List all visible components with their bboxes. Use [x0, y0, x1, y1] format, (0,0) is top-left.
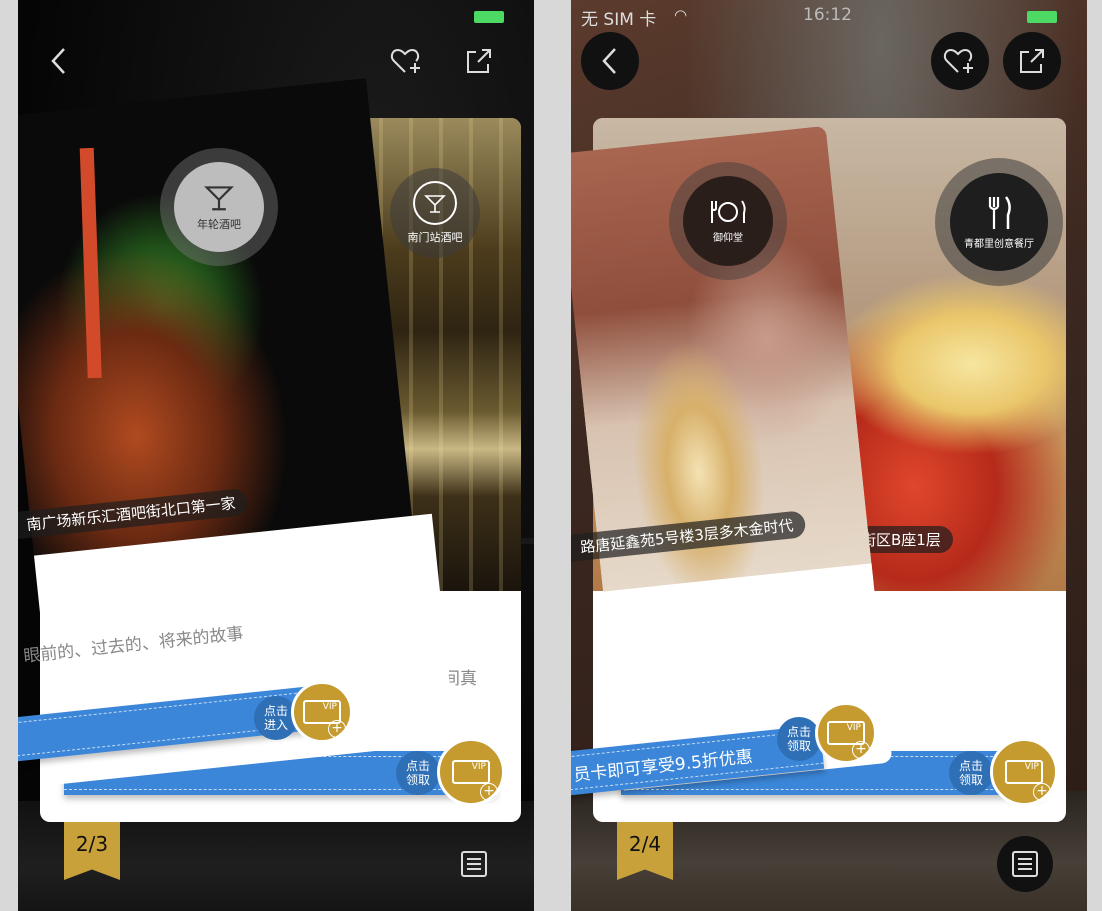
claim-button-back[interactable]: 点击 领取 [949, 751, 993, 795]
share-button[interactable] [1003, 32, 1061, 90]
list-icon [461, 851, 487, 877]
battery-icon [1027, 11, 1057, 23]
plus-icon: + [1033, 783, 1051, 801]
favorite-button[interactable] [931, 32, 989, 90]
plus-icon: + [480, 783, 498, 801]
vip-card-icon: VIP [1005, 760, 1043, 784]
carrier-label: 无 SIM 卡 [581, 10, 657, 30]
share-button[interactable] [450, 32, 508, 90]
list-icon [1012, 851, 1038, 877]
category-badge-front[interactable]: 御仰堂 [669, 162, 787, 280]
category-label: 青都里创意餐厅 [964, 238, 1034, 250]
fork-knife-icon [988, 195, 1011, 229]
heart-plus-icon [390, 48, 420, 73]
back-arrow-icon [51, 48, 65, 74]
status-bar [18, 0, 534, 30]
vip-card-button-front[interactable]: VIP + [291, 681, 353, 743]
claim-button-back[interactable]: 点击 领取 [396, 751, 440, 795]
share-icon [1020, 49, 1044, 73]
back-button[interactable] [30, 32, 88, 90]
category-label: 御仰堂 [713, 232, 743, 244]
share-icon [467, 49, 491, 73]
menu-button[interactable] [446, 836, 502, 892]
vip-card-button-back[interactable]: VIP + [990, 738, 1058, 806]
plate-cutlery-icon [711, 199, 746, 223]
menu-button[interactable] [997, 836, 1053, 892]
heart-plus-icon [943, 48, 973, 73]
cocktail-icon [204, 186, 234, 211]
vip-card-button-back[interactable]: VIP + [437, 738, 505, 806]
vip-card-icon: VIP [452, 760, 490, 784]
claim-button-front[interactable]: 点击 领取 [777, 717, 821, 761]
address-back [520, 538, 534, 544]
plus-icon: + [328, 720, 346, 738]
status-bar: 无 SIM 卡 ◠ 16:12 [571, 0, 1087, 30]
category-label: 年轮酒吧 [197, 218, 241, 231]
plus-icon: + [852, 741, 870, 759]
battery-icon [474, 11, 504, 23]
screen-bars: 南门站酒吧 美酒，见人间真 点击 领取 VIP + 年轮酒吧 南广场新乐汇酒吧街… [18, 0, 534, 911]
category-badge-front[interactable]: 年轮酒吧 [160, 148, 278, 266]
straw [79, 147, 102, 379]
back-arrow-icon [602, 48, 616, 74]
wifi-icon: ◠ [674, 6, 688, 24]
category-badge[interactable]: 青都里创意餐厅 [935, 158, 1063, 286]
back-button[interactable] [581, 32, 639, 90]
screen-restaurants: 无 SIM 卡 ◠ 16:12 青都里创意餐厅 街区B座1层 点击 领取 VIP… [571, 0, 1087, 911]
vip-card-button-front[interactable]: VIP + [815, 702, 877, 764]
status-time: 16:12 [803, 5, 852, 25]
